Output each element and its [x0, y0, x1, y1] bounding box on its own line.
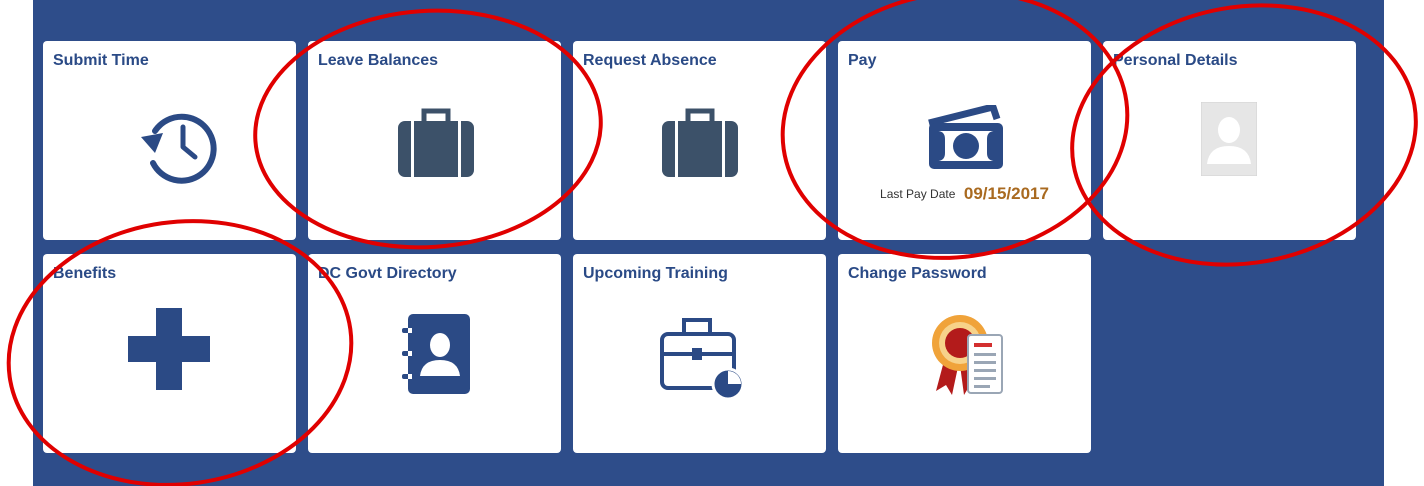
- tile-title: DC Govt Directory: [318, 265, 457, 282]
- tile-upcoming-training[interactable]: Upcoming Training: [573, 254, 826, 453]
- money-icon: [923, 105, 1007, 173]
- last-pay-info: Last Pay Date 09/15/2017: [838, 184, 1091, 204]
- tile-benefits[interactable]: Benefits: [43, 254, 296, 453]
- last-pay-date-label: Last Pay Date: [880, 187, 956, 201]
- tile-title: Submit Time: [53, 52, 149, 69]
- briefcase-icon: [396, 107, 476, 177]
- certificate-icon: [930, 309, 1006, 399]
- last-pay-date-value: 09/15/2017: [963, 184, 1049, 203]
- plus-icon: [128, 308, 210, 390]
- tile-leave-balances[interactable]: Leave Balances: [308, 41, 561, 240]
- person-placeholder-icon: [1201, 102, 1257, 176]
- tile-panel: Submit Time Leave Balances Request Absen…: [33, 0, 1384, 486]
- tile-title: Upcoming Training: [583, 265, 728, 282]
- tile-title: Personal Details: [1113, 52, 1238, 69]
- history-clock-icon: [133, 105, 217, 185]
- tile-request-absence[interactable]: Request Absence: [573, 41, 826, 240]
- tile-pay[interactable]: Pay Last Pay Date 09/15/2017: [838, 41, 1091, 240]
- tile-title: Leave Balances: [318, 52, 439, 69]
- tile-title: Benefits: [53, 265, 117, 282]
- tile-change-password[interactable]: Change Password: [838, 254, 1091, 453]
- training-case-icon: [658, 314, 744, 400]
- tile-personal-details[interactable]: Personal Details: [1103, 41, 1356, 240]
- tile-title: Change Password: [848, 265, 987, 282]
- tile-dc-govt-directory[interactable]: DC Govt Directory: [308, 254, 561, 453]
- tile-title: Request Absence: [583, 52, 717, 69]
- tile-submit-time[interactable]: Submit Time: [43, 41, 296, 240]
- briefcase-icon: [660, 107, 740, 177]
- tile-title: Pay: [848, 52, 877, 69]
- address-book-icon: [400, 314, 470, 394]
